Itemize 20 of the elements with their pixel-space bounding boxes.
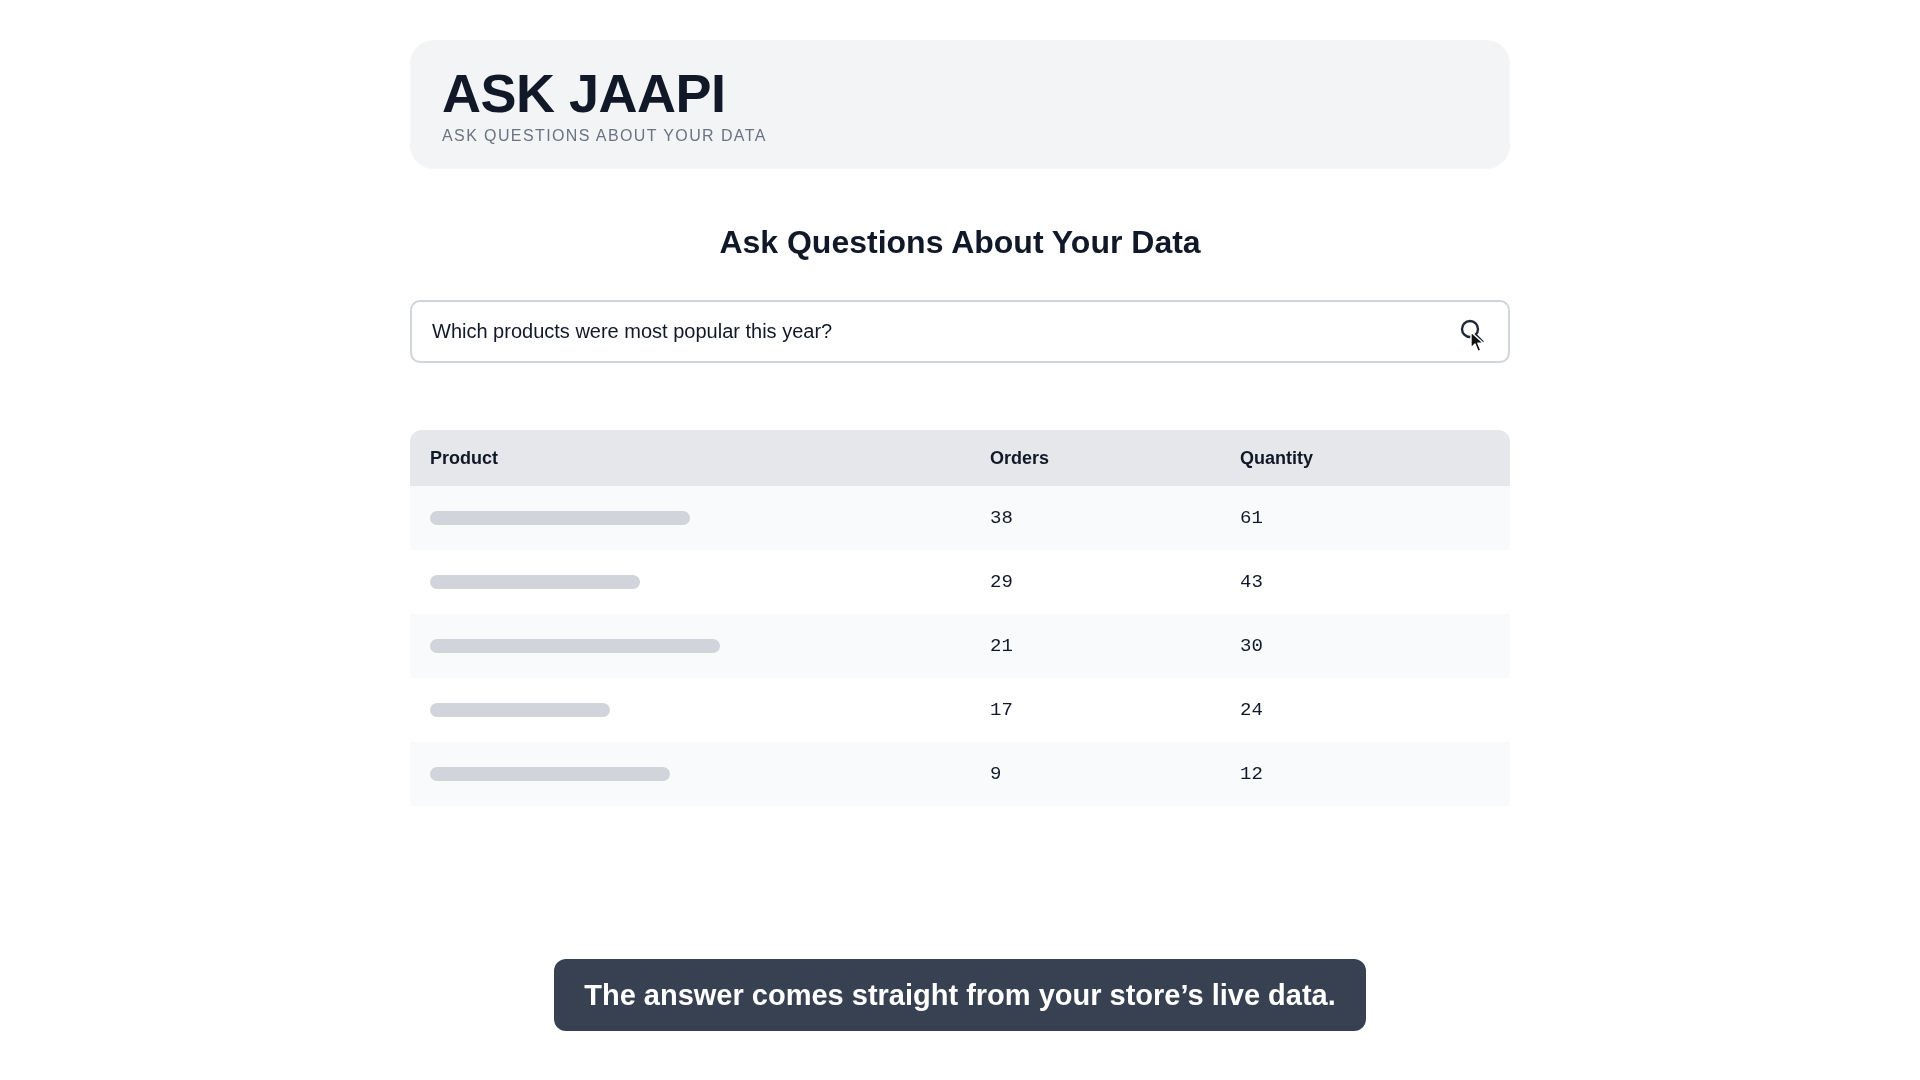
table-cell: 61	[1240, 507, 1263, 529]
search-field[interactable]: Which products were most popular this year?	[410, 300, 1510, 363]
table-cell: 9	[990, 763, 1002, 785]
search-icon[interactable]	[1460, 319, 1484, 343]
app-title: ASK JAAPI	[442, 66, 726, 120]
table-cell: 21	[990, 635, 1013, 657]
column-header: Orders	[990, 447, 1050, 469]
column-header: Product	[430, 447, 498, 469]
table-cell: 29	[990, 571, 1013, 593]
table-cell: 17	[990, 699, 1013, 721]
app-subtitle: ASK QUESTIONS ABOUT YOUR DATA	[442, 128, 767, 144]
pointer-cursor-icon	[1470, 331, 1486, 353]
caption-banner: The answer comes straight from your store’s live data.	[554, 959, 1366, 1031]
table-cell: 12	[1240, 763, 1263, 785]
table-cell: 38	[990, 507, 1013, 529]
table-cell: 30	[1240, 635, 1263, 657]
page-heading: Ask Questions About Your Data	[719, 223, 1201, 262]
table-cell: 43	[1240, 571, 1263, 593]
table-cell: 24	[1240, 699, 1263, 721]
column-header: Quantity	[1240, 447, 1313, 469]
